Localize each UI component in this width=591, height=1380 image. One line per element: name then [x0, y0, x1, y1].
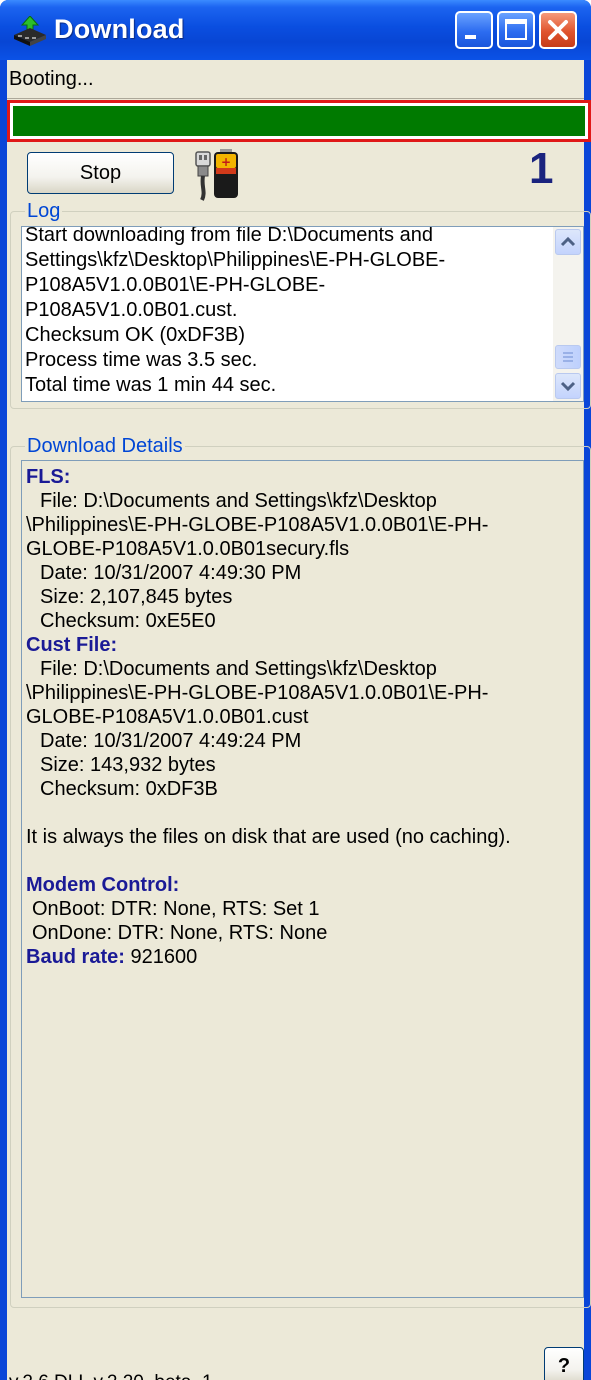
download-details-box: FLS: File: D:\Documents and Settings\kfz…	[21, 460, 584, 1298]
chevron-down-icon	[560, 381, 576, 392]
fls-size: Size: 2,107,845 bytes	[40, 586, 233, 608]
chevron-up-icon	[560, 236, 576, 247]
download-window: Download Booting... Stop + 1 Log Start d…	[0, 0, 591, 1380]
stop-button[interactable]: Stop	[27, 152, 174, 194]
log-line: Process time was 3.5 sec.	[25, 349, 258, 371]
svg-text:+: +	[221, 155, 231, 169]
modem-control-heading: Modem Control:	[26, 874, 180, 896]
download-app-icon	[14, 16, 46, 46]
maximize-icon	[505, 19, 527, 40]
log-line: P108A5V1.0.0B01\E-PH-GLOBE-	[25, 274, 326, 296]
baud-rate-value: 921600	[130, 946, 198, 968]
log-line: P108A5V1.0.0B01.cust.	[25, 299, 238, 321]
modem-ondone: OnDone: DTR: None, RTS: None	[32, 922, 328, 944]
progress-fill	[13, 106, 585, 136]
help-button[interactable]: ?	[544, 1347, 584, 1380]
client-area: Booting... Stop + 1 Log Start downloadin…	[7, 60, 591, 1380]
cust-size: Size: 143,932 bytes	[40, 754, 216, 776]
maximize-button[interactable]	[497, 11, 535, 49]
download-details-text: FLS: File: D:\Documents and Settings\kfz…	[26, 465, 581, 969]
fls-checksum: Checksum: 0xE5E0	[40, 610, 216, 632]
cust-date: Date: 10/31/2007 4:49:24 PM	[40, 730, 302, 752]
fls-heading: FLS:	[26, 466, 71, 488]
download-details-group: Download Details FLS: File: D:\Documents…	[10, 435, 591, 1308]
log-lines: Start downloading from file D:\Documents…	[25, 226, 555, 398]
cust-file-line: \Philippines\E-PH-GLOBE-P108A5V1.0.0B01\…	[26, 682, 489, 704]
fls-file-line: GLOBE-P108A5V1.0.0B01secury.fls	[26, 538, 350, 560]
progress-bar	[7, 100, 591, 142]
usb-battery-icon: +	[195, 149, 238, 201]
fls-file-line: \Philippines\E-PH-GLOBE-P108A5V1.0.0B01\…	[26, 514, 489, 536]
download-details-label: Download Details	[25, 435, 185, 458]
close-icon	[548, 20, 568, 40]
close-button[interactable]	[539, 11, 577, 49]
log-line: Total time was 1 min 44 sec.	[25, 374, 277, 396]
log-group: Log Start downloading from file D:\Docum…	[10, 200, 591, 409]
cust-heading: Cust File:	[26, 634, 118, 656]
fls-date: Date: 10/31/2007 4:49:30 PM	[40, 562, 302, 584]
log-line: Start downloading from file D:\Documents…	[25, 226, 433, 246]
fls-file-line: File: D:\Documents and Settings\kfz\Desk…	[40, 490, 437, 512]
download-counter: 1	[529, 144, 554, 193]
log-textbox[interactable]: Start downloading from file D:\Documents…	[21, 226, 584, 402]
log-scrollbar[interactable]	[553, 227, 583, 401]
version-text: v.2.6 DLL v.2.20_beta_1	[9, 1372, 213, 1380]
minimize-button[interactable]	[455, 11, 493, 49]
caching-note: It is always the files on disk that are …	[26, 826, 511, 848]
modem-onboot: OnBoot: DTR: None, RTS: Set 1	[32, 898, 320, 920]
log-line: Checksum OK (0xDF3B)	[25, 324, 246, 346]
cust-file-line: GLOBE-P108A5V1.0.0B01.cust	[26, 706, 309, 728]
scroll-up-button[interactable]	[555, 229, 581, 255]
cust-checksum: Checksum: 0xDF3B	[40, 778, 218, 800]
window-title: Download	[54, 14, 185, 44]
log-group-label: Log	[25, 200, 63, 223]
title-bar[interactable]: Download	[0, 0, 591, 60]
baud-rate-heading: Baud rate:	[26, 946, 125, 968]
scroll-down-button[interactable]	[555, 373, 581, 399]
status-text: Booting...	[9, 68, 94, 90]
minimize-icon	[465, 35, 476, 39]
grip-icon	[563, 352, 573, 362]
cust-file-line: File: D:\Documents and Settings\kfz\Desk…	[40, 658, 437, 680]
baud-rate-line: Baud rate: 921600	[26, 945, 581, 969]
scroll-thumb[interactable]	[555, 345, 581, 369]
status-strip: Booting...	[7, 60, 584, 99]
log-line: Settings\kfz\Desktop\Philippines\E-PH-GL…	[25, 249, 446, 271]
